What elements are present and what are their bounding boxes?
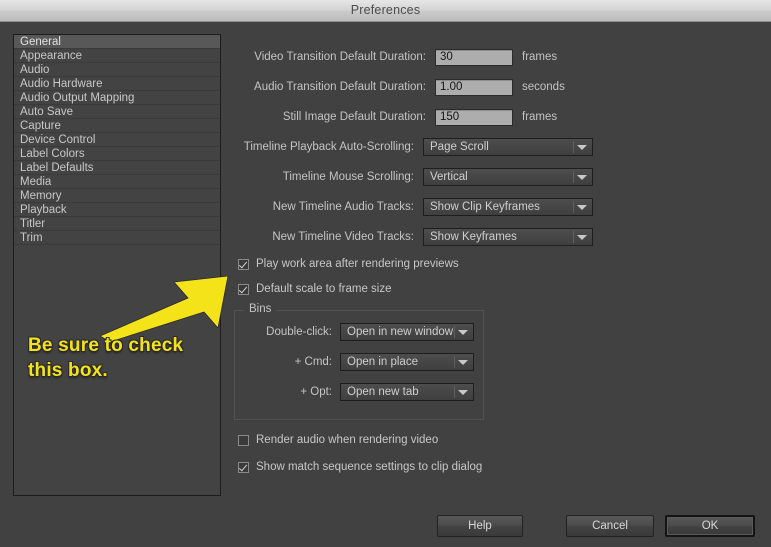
- dropdown-separator: [573, 201, 574, 213]
- dropdown-separator: [454, 356, 455, 368]
- bins-opt-value: Open new tab: [347, 386, 419, 398]
- bins-cmd-row: + Cmd: Open in place: [246, 352, 474, 372]
- chevron-down-icon: [577, 175, 587, 180]
- video-transition-unit: frames: [522, 51, 558, 63]
- bins-opt-row: + Opt: Open new tab: [246, 382, 474, 402]
- new-audio-tracks-row: New Timeline Audio Tracks: Show Clip Key…: [232, 197, 593, 217]
- default-scale-checkbox[interactable]: [238, 283, 249, 295]
- dropdown-separator: [573, 141, 574, 153]
- sidebar-item-trim[interactable]: Trim: [14, 231, 220, 245]
- dropdown-separator: [573, 231, 574, 243]
- sidebar-item-audio-hardware[interactable]: Audio Hardware: [14, 77, 220, 91]
- audio-transition-input[interactable]: [435, 78, 513, 96]
- new-video-tracks-value: Show Keyframes: [430, 231, 517, 243]
- bins-double-click-row: Double-click: Open in new window: [246, 322, 474, 342]
- show-match-sequence-label: Show match sequence settings to clip dia…: [256, 461, 483, 473]
- new-audio-tracks-label: New Timeline Audio Tracks:: [272, 201, 414, 213]
- still-image-input[interactable]: [435, 108, 513, 126]
- sidebar-item-general[interactable]: General: [14, 35, 220, 49]
- window-title: Preferences: [350, 3, 421, 17]
- video-transition-input[interactable]: [435, 48, 513, 66]
- video-transition-row: Video Transition Default Duration: frame…: [232, 47, 632, 67]
- audio-transition-row: Audio Transition Default Duration: secon…: [232, 77, 632, 97]
- mouse-scrolling-label: Timeline Mouse Scrolling:: [282, 171, 414, 183]
- chevron-down-icon: [458, 330, 468, 335]
- ok-button[interactable]: OK: [665, 515, 755, 537]
- show-match-sequence-checkbox[interactable]: [238, 461, 249, 473]
- preferences-dialog: Preferences General Appearance Audio Aud…: [0, 0, 771, 547]
- auto-scrolling-label: Timeline Playback Auto-Scrolling:: [243, 141, 414, 153]
- new-audio-tracks-value: Show Clip Keyframes: [430, 201, 540, 213]
- sidebar-item-label-colors[interactable]: Label Colors: [14, 147, 220, 161]
- chevron-down-icon: [458, 360, 468, 365]
- sidebar-item-appearance[interactable]: Appearance: [14, 49, 220, 63]
- play-work-area-checkbox-row[interactable]: Play work area after rendering previews: [238, 256, 459, 272]
- video-transition-label: Video Transition Default Duration:: [254, 51, 426, 63]
- audio-transition-unit: seconds: [522, 81, 565, 93]
- auto-scrolling-dropdown[interactable]: Page Scroll: [423, 138, 593, 156]
- annotation-text: Be sure to check this box.: [28, 335, 184, 381]
- render-audio-label: Render audio when rendering video: [256, 434, 439, 446]
- bins-group-legend: Bins: [244, 303, 277, 315]
- default-scale-label: Default scale to frame size: [256, 283, 392, 295]
- still-image-label: Still Image Default Duration:: [282, 111, 426, 123]
- sidebar-item-titler[interactable]: Titler: [14, 217, 220, 231]
- auto-scrolling-row: Timeline Playback Auto-Scrolling: Page S…: [232, 137, 593, 157]
- sidebar-item-audio-output-mapping[interactable]: Audio Output Mapping: [14, 91, 220, 105]
- help-button[interactable]: Help: [437, 515, 523, 537]
- sidebar-item-capture[interactable]: Capture: [14, 119, 220, 133]
- audio-transition-label: Audio Transition Default Duration:: [254, 81, 426, 93]
- play-work-area-checkbox[interactable]: [238, 258, 249, 270]
- sidebar-item-playback[interactable]: Playback: [14, 203, 220, 217]
- render-audio-checkbox-row[interactable]: Render audio when rendering video: [238, 432, 438, 448]
- bins-double-click-dropdown[interactable]: Open in new window: [340, 323, 474, 341]
- annotation-arrow-icon: [100, 275, 229, 342]
- sidebar-item-memory[interactable]: Memory: [14, 189, 220, 203]
- chevron-down-icon: [577, 205, 587, 210]
- sidebar-item-media[interactable]: Media: [14, 175, 220, 189]
- play-work-area-label: Play work area after rendering previews: [256, 258, 459, 270]
- new-video-tracks-label: New Timeline Video Tracks:: [272, 231, 414, 243]
- bins-cmd-value: Open in place: [347, 356, 418, 368]
- bins-cmd-label: + Cmd:: [294, 356, 332, 368]
- bins-double-click-label: Double-click:: [266, 326, 332, 338]
- sidebar-item-device-control[interactable]: Device Control: [14, 133, 220, 147]
- bins-double-click-value: Open in new window: [347, 326, 454, 338]
- dropdown-separator: [573, 171, 574, 183]
- dropdown-separator: [454, 386, 455, 398]
- sidebar-item-label-defaults[interactable]: Label Defaults: [14, 161, 220, 175]
- new-video-tracks-dropdown[interactable]: Show Keyframes: [423, 228, 593, 246]
- new-video-tracks-row: New Timeline Video Tracks: Show Keyframe…: [232, 227, 593, 247]
- general-settings-panel: Video Transition Default Duration: frame…: [232, 34, 760, 496]
- still-image-unit: frames: [522, 111, 558, 123]
- render-audio-checkbox[interactable]: [238, 434, 249, 446]
- bins-cmd-dropdown[interactable]: Open in place: [340, 353, 474, 371]
- chevron-down-icon: [577, 145, 587, 150]
- window-titlebar: Preferences: [0, 0, 771, 22]
- dropdown-separator: [454, 326, 455, 338]
- auto-scrolling-value: Page Scroll: [430, 141, 489, 153]
- chevron-down-icon: [577, 235, 587, 240]
- still-image-row: Still Image Default Duration: frames: [232, 107, 632, 127]
- preferences-category-list[interactable]: General Appearance Audio Audio Hardware …: [13, 34, 221, 496]
- mouse-scrolling-dropdown[interactable]: Vertical: [423, 168, 593, 186]
- mouse-scrolling-row: Timeline Mouse Scrolling: Vertical: [232, 167, 593, 187]
- mouse-scrolling-value: Vertical: [430, 171, 468, 183]
- new-audio-tracks-dropdown[interactable]: Show Clip Keyframes: [423, 198, 593, 216]
- cancel-button[interactable]: Cancel: [566, 515, 654, 537]
- chevron-down-icon: [458, 390, 468, 395]
- sidebar-item-audio[interactable]: Audio: [14, 63, 220, 77]
- default-scale-checkbox-row[interactable]: Default scale to frame size: [238, 281, 392, 297]
- sidebar-item-auto-save[interactable]: Auto Save: [14, 105, 220, 119]
- bins-opt-label: + Opt:: [300, 386, 332, 398]
- show-match-sequence-checkbox-row[interactable]: Show match sequence settings to clip dia…: [238, 459, 482, 475]
- bins-opt-dropdown[interactable]: Open new tab: [340, 383, 474, 401]
